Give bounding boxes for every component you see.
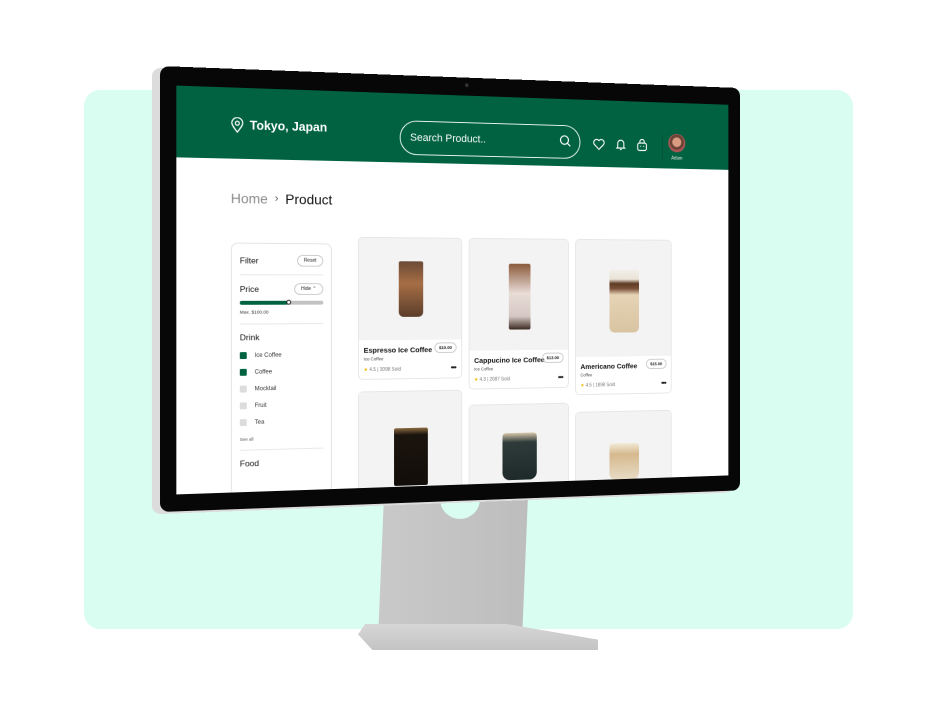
search-icon[interactable] [559,134,571,147]
star-icon: ★ [363,367,368,374]
rating-value: 4.5 [369,367,376,373]
product-category: Ice Coffee [363,356,384,362]
checkbox[interactable] [239,352,247,360]
product-image [358,237,462,341]
location-label: Tokyo, Japan [249,118,328,135]
product-info: Espresso Ice Coffee Ice Coffee ★ 4.5 | 3… [359,339,461,379]
drink-option-label: Ice Coffee [254,352,282,359]
search-placeholder: Search Product.. [410,132,486,146]
drink-title: Drink [239,332,260,343]
americano-glass [609,269,639,333]
avatar[interactable] [668,133,686,153]
product-rating: ★ 4.3 | 2087 Sold [474,376,511,383]
product-image [358,390,462,495]
breadcrumb-home[interactable]: Home [231,190,268,206]
search-input[interactable]: Search Product.. [399,120,581,160]
price-slider[interactable] [239,299,324,305]
price-title: Price [239,284,260,294]
price-header: Price Hide ⌃ [239,283,324,295]
product-card[interactable]: Cappucino Ice Coffee Ice Coffee ★ 4.3 | … [468,237,569,390]
shopping-bag-icon[interactable] [636,138,647,151]
camera-icon [464,83,469,88]
heart-icon[interactable] [593,138,605,150]
filter-panel: Filter Reset Price Hide ⌃ Max. $100.00 D… [230,242,332,495]
breadcrumb-separator-icon: › [274,192,279,205]
price-hide-toggle[interactable]: Hide ⌃ [294,283,324,295]
drink-option[interactable]: Coffee [239,368,323,376]
sold-count: 1898 Sold [595,382,616,389]
product-image [469,403,569,495]
checkbox[interactable] [239,385,247,393]
drink-option-label: Coffee [254,368,273,376]
product-card[interactable]: Americano Coffee Coffee ★ 4.5 | 1898 Sol… [575,238,672,396]
product-price: $13.00 [542,352,564,364]
drink-option-label: Fruit [254,402,267,409]
product-card[interactable] [468,402,569,495]
sold-count: 2087 Sold [489,376,511,383]
product-rating: ★ 4.5 | 3098 Sold [363,366,402,374]
drink-option[interactable]: Ice Coffee [239,351,323,360]
drink-option[interactable]: Mocktail [239,384,323,393]
top-header: Tokyo, Japan Search Product.. Adam [176,85,729,170]
product-image [576,239,671,358]
header-divider [662,135,664,162]
monitor: Tokyo, Japan Search Product.. Adam Home … [150,66,790,516]
iced-coffee-glass [398,261,423,317]
iced-cappuccino-glass [508,263,531,330]
star-icon: ★ [580,382,585,389]
star-icon: ★ [474,377,479,383]
checkbox[interactable] [239,402,247,410]
divider [239,447,324,451]
product-info: Cappucino Ice Coffee Ice Coffee ★ 4.3 | … [470,350,568,389]
drink-options: Ice Coffee Coffee Mocktail Fruit Tea [239,351,323,427]
drink-option[interactable]: Fruit [239,401,323,410]
more-options-icon[interactable]: ••• [661,379,666,387]
drink-option-label: Tea [254,419,265,426]
product-image [576,410,671,495]
black-coffee-mug [393,427,428,486]
product-price: $15.00 [645,358,667,370]
drink-option-label: Mocktail [254,385,277,392]
sold-count: 3098 Sold [379,366,402,373]
page-title: Product [285,191,333,208]
product-card[interactable] [575,409,672,495]
product-category: Coffee [580,372,593,378]
price-slider-fill [239,300,289,305]
divider [239,274,324,276]
user-name: Adam [671,155,683,162]
filter-title: Filter [239,255,259,266]
product-price: $10.00 [434,342,457,353]
drink-option[interactable]: Tea [239,417,323,427]
divider [239,323,324,325]
price-slider-handle[interactable] [286,299,291,305]
see-all-link[interactable]: See all [240,435,323,442]
location-selector[interactable]: Tokyo, Japan [231,117,327,135]
product-card[interactable]: Espresso Ice Coffee Ice Coffee ★ 4.5 | 3… [357,236,463,380]
chevron-up-icon: ⌃ [312,286,317,292]
checkbox[interactable] [239,419,247,427]
reset-button[interactable]: Reset [296,254,324,267]
monitor-bezel: Tokyo, Japan Search Product.. Adam Home … [160,66,741,512]
latte-cup [502,432,537,481]
header-actions [593,137,648,151]
filter-header: Filter Reset [239,254,324,267]
product-image [469,238,569,351]
more-options-icon[interactable]: ••• [451,363,456,372]
hide-label: Hide [301,286,312,292]
food-title: Food [239,458,260,469]
breadcrumb: Home › Product [231,190,332,207]
bell-icon[interactable] [616,138,626,151]
product-category: Ice Coffee [474,366,494,372]
checkbox[interactable] [239,368,247,376]
flat-white-cup [609,442,639,481]
rating-value: 4.3 [479,376,486,383]
product-card[interactable] [357,389,463,495]
screen: Tokyo, Japan Search Product.. Adam Home … [176,85,729,495]
more-options-icon[interactable]: ••• [558,373,563,381]
product-info: Americano Coffee Coffee ★ 4.5 | 1898 Sol… [576,356,671,394]
product-rating: ★ 4.5 | 1898 Sold [580,382,616,389]
location-pin-icon [231,117,244,133]
price-max-label: Max. $100.00 [239,310,269,316]
rating-value: 4.5 [585,382,592,389]
